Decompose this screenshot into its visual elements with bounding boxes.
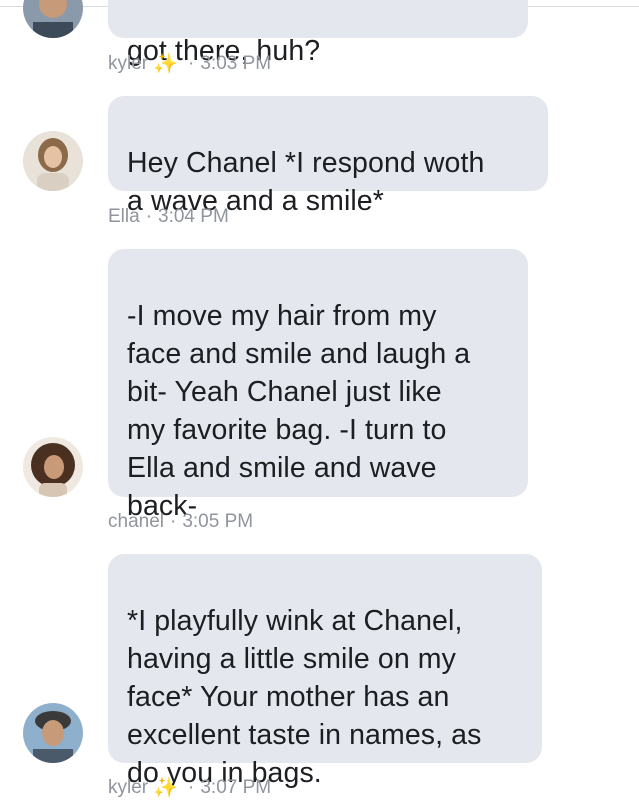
avatar-photo-chanel [23,437,83,497]
author-name[interactable]: chanel [108,511,164,533]
message-bubble[interactable]: got there, huh? [108,0,528,67]
separator-dot: · [145,206,153,227]
timestamp: 3:04 PM [158,206,229,227]
avatar-photo-ella [23,131,83,191]
sparkles-icon: ✨ [153,53,179,75]
message-meta: kyler ✨ · 3:03 PM [108,53,271,75]
message-text: *I playfully wink at Chanel, having a li… [127,605,482,789]
separator-dot: · [188,53,195,74]
timestamp: 3:03 PM [200,53,272,74]
author-name[interactable]: kyler [108,777,148,799]
message-meta: chanel · 3:05 PM [108,511,253,533]
separator-dot: · [188,777,195,798]
avatar-ella[interactable] [23,131,83,191]
message-text: -I move my hair from my face and smile a… [127,300,471,522]
avatar-kyler[interactable] [23,0,83,38]
avatar-photo-kyler [23,0,83,38]
avatar-chanel[interactable] [23,437,83,497]
message-meta: kyler ✨ · 3:07 PM [108,777,271,799]
avatar-kyler[interactable] [23,703,83,763]
message-bubble[interactable]: -I move my hair from my face and smile a… [108,249,528,522]
author-name[interactable]: Ella [108,206,140,228]
separator-dot: · [170,511,177,532]
message-bubble[interactable]: Hey Chanel *I respond woth a wave and a … [108,96,548,217]
avatar-photo-kyler [23,703,83,763]
timestamp: 3:07 PM [200,777,272,798]
author-name[interactable]: kyler [108,53,148,75]
sparkles-icon: ✨ [153,777,179,799]
message-meta: Ella · 3:04 PM [108,206,229,228]
message-bubble[interactable]: *I playfully wink at Chanel, having a li… [108,554,542,789]
timestamp: 3:05 PM [182,511,254,532]
